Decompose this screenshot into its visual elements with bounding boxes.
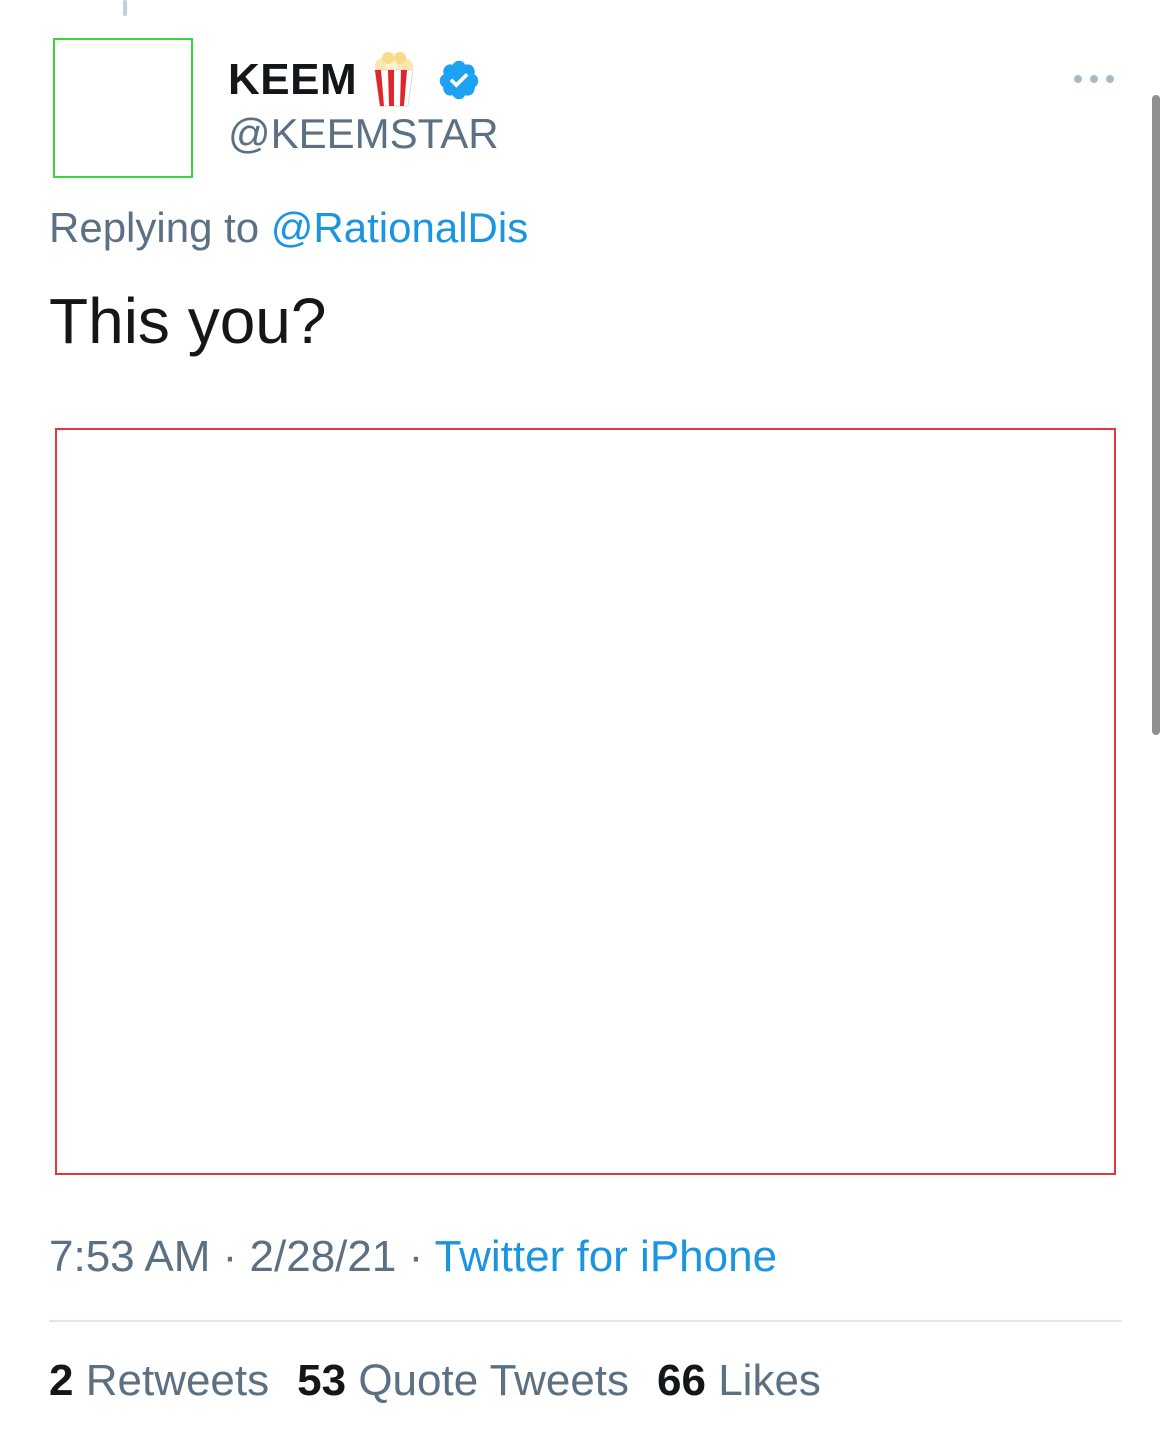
tweet-media[interactable] (55, 428, 1116, 1175)
tweet-meta: 7:53 AM · 2/28/21 · Twitter for iPhone (49, 1232, 777, 1282)
avatar[interactable] (53, 38, 193, 178)
scrollbar[interactable] (1152, 95, 1160, 735)
replying-to-handle-link[interactable]: @RationalDis (271, 204, 528, 251)
tweet-time[interactable]: 7:53 AM (49, 1232, 210, 1281)
tweet-text: This you? (49, 285, 327, 357)
popcorn-icon (374, 52, 414, 107)
quote-tweets-label: Quote Tweets (358, 1356, 630, 1405)
thread-connector-line (123, 0, 127, 16)
meta-separator: · (210, 1232, 250, 1281)
replying-to-label: Replying to (49, 204, 260, 251)
engagement-stats: 2 Retweets 53 Quote Tweets 66 Likes (49, 1356, 821, 1406)
likes-label: Likes (718, 1356, 821, 1405)
tweet-source-link[interactable]: Twitter for iPhone (435, 1232, 777, 1281)
display-name[interactable]: KEEM (228, 55, 357, 105)
retweets-label: Retweets (85, 1356, 270, 1405)
meta-separator: · (396, 1232, 435, 1281)
quote-tweets-count: 53 (297, 1356, 347, 1405)
divider (49, 1320, 1122, 1322)
more-horizontal-icon[interactable] (1070, 68, 1118, 90)
verified-badge-icon (439, 60, 479, 100)
retweets-count: 2 (49, 1356, 74, 1405)
likes-count: 66 (657, 1356, 706, 1405)
author-handle[interactable]: @KEEMSTAR (228, 110, 499, 158)
replying-to-line: Replying to @RationalDis (49, 204, 528, 252)
quote-tweets-stat[interactable]: 53 Quote Tweets (297, 1356, 629, 1406)
likes-stat[interactable]: 66 Likes (657, 1356, 821, 1406)
retweets-stat[interactable]: 2 Retweets (49, 1356, 269, 1406)
tweet-date[interactable]: 2/28/21 (250, 1232, 397, 1281)
author-name-row[interactable]: KEEM (228, 50, 481, 110)
